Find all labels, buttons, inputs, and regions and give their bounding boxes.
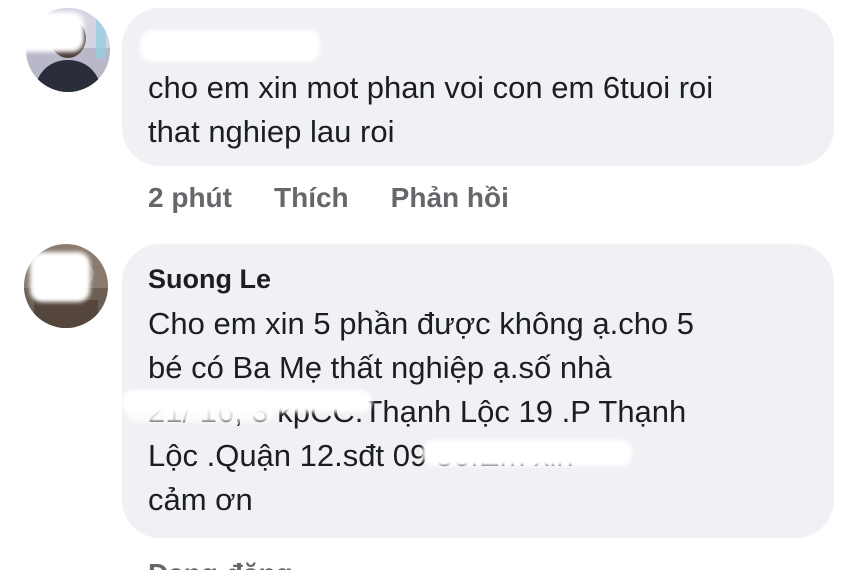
comment-2-line-2: bé có Ba Mẹ thất nghiệp ạ.số nhà	[148, 350, 612, 385]
comment-1-line-1: cho em xin mot phan voi con em 6tuoi roi	[148, 70, 714, 105]
comment-2-author[interactable]: Suong Le	[148, 264, 271, 295]
comment-2-line-1: Cho em xin 5 phần được không ạ.cho 5	[148, 306, 695, 341]
comment-1-actions: 2 phút Thích Phản hồi	[148, 182, 509, 214]
comment-1-bubble: cho em xin mot phan voi con em 6tuoi roi…	[122, 8, 834, 166]
comment-2-line-5: cảm ơn	[148, 482, 253, 517]
posting-status: Đang đăng	[148, 558, 293, 570]
redaction-mask	[14, 12, 84, 52]
comment-2-bubble: Suong Le Cho em xin 5 phần được không ạ.…	[122, 244, 834, 538]
comment-1-like-button[interactable]: Thích	[274, 182, 349, 214]
author-name-redaction	[140, 30, 320, 62]
comment-1-reply-button[interactable]: Phản hồi	[391, 182, 509, 214]
redaction-mask	[30, 252, 90, 302]
comment-1-timestamp[interactable]: 2 phút	[148, 182, 232, 214]
address-redaction-2	[126, 394, 276, 422]
phone-redaction	[422, 440, 632, 466]
comment-1-line-2: that nghiep lau roi	[148, 114, 395, 149]
comments-thread: cho em xin mot phan voi con em 6tuoi roi…	[0, 0, 860, 570]
